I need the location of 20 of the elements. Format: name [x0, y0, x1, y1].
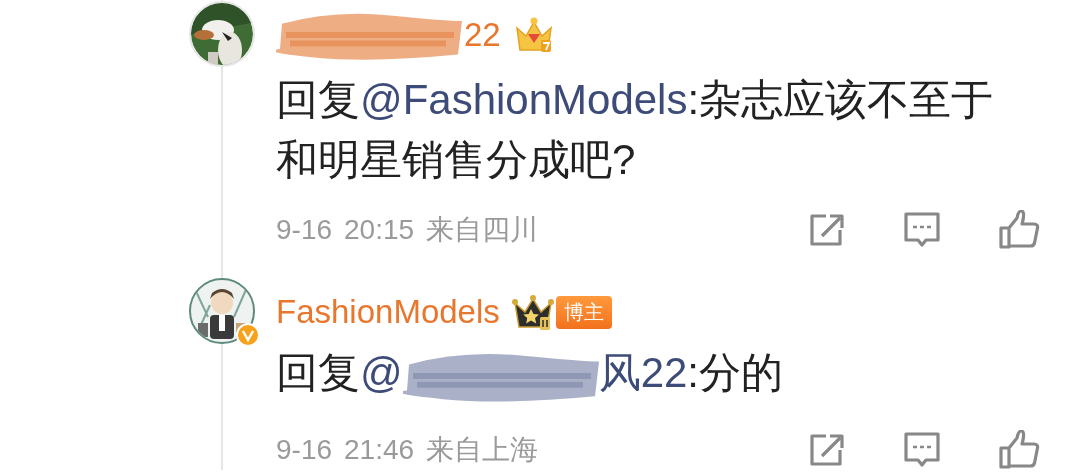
thumbs-up-icon[interactable]: [998, 430, 1040, 470]
thumbs-up-icon[interactable]: [998, 210, 1040, 250]
comment-icon[interactable]: [902, 431, 942, 469]
comment-time: 21:46: [344, 434, 415, 466]
share-icon[interactable]: [808, 432, 846, 468]
verified-icon: [236, 323, 260, 347]
comment-time: 20:15: [344, 214, 415, 246]
reply-text: 回复@ 风22:分的: [276, 347, 1011, 405]
reply-text: 回复@FashionModels:杂志应该不至于和明星销售分成吧?: [276, 75, 995, 185]
comment-date: 9-16: [276, 434, 333, 466]
role-tag: 博主: [555, 295, 612, 329]
mention-link[interactable]: @FashionModels: [360, 76, 688, 123]
comment-location: 来自四川: [426, 213, 539, 247]
comment-icon[interactable]: [902, 211, 942, 249]
share-icon[interactable]: [808, 212, 846, 248]
comment-date: 9-16: [276, 214, 333, 246]
crown-icon: [511, 293, 554, 331]
comment-location: 来自上海: [426, 433, 539, 467]
mention-link[interactable]: 风22: [598, 349, 688, 397]
mention-link[interactable]: @: [360, 349, 403, 397]
